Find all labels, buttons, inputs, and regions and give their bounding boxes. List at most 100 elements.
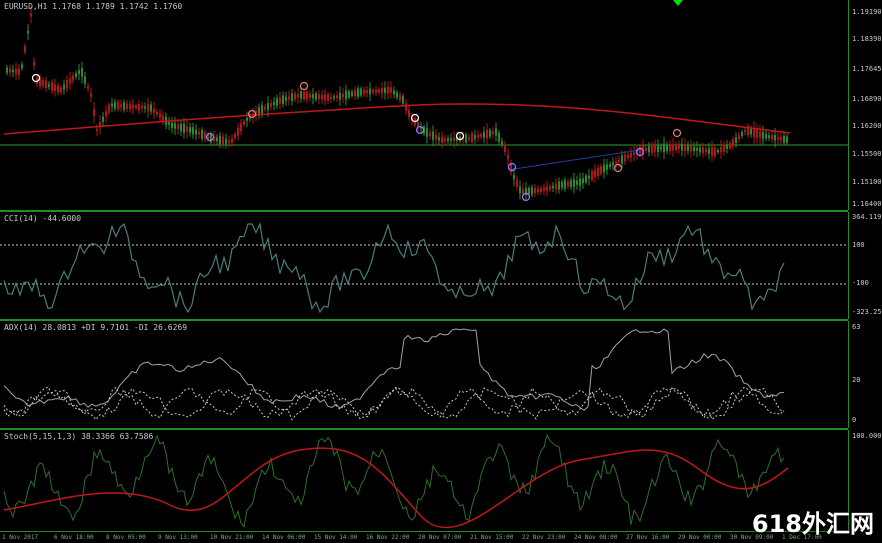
candle-body [669,143,671,152]
candle-body [567,181,569,187]
candle-body [750,129,752,135]
price-tick: 1.19190 [852,8,882,16]
candle-body [738,135,740,139]
candle-body [480,134,482,137]
candle-body [261,105,263,114]
candle-body [105,111,107,117]
price-chart [0,6,848,202]
candle-body [468,137,470,140]
candle-body [564,180,566,189]
candle-body [63,84,65,90]
candle-body [180,123,182,132]
time-axis[interactable]: 1 Nov 2017 6 Nov 18:00 8 Nov 05:00 9 Nov 13… [0,533,882,543]
candle-body [600,166,602,174]
candle-body [360,88,362,96]
candle-body [132,104,134,109]
candle-body [216,137,218,142]
candle-body [159,113,161,118]
trend-line [507,149,641,171]
stochastic-title: Stoch(5,15,1,3) 38.3366 63.7586 [4,432,154,441]
candle-body [381,88,383,94]
candle-body [111,103,113,107]
candle-body [627,155,629,158]
candle-body [432,131,434,140]
candle-body [357,88,359,97]
candle-body [372,89,374,93]
candle-body [696,148,698,151]
candle-body [162,115,164,121]
candle-body [630,152,632,158]
candle-body [678,145,680,149]
candle-body [84,76,86,84]
adx-scale[interactable]: 63 20 0 [848,321,882,428]
candle-body [657,144,659,152]
candle-body [12,69,14,73]
candle-body [219,135,221,144]
candle-body [171,122,173,128]
candle-body [30,13,32,17]
candle-body [624,154,626,162]
candle-body [576,180,578,185]
candle-body [33,62,35,66]
candle-body [648,146,650,153]
candle-body [756,129,758,138]
candle-body [603,164,605,173]
candle-body [723,144,725,152]
candle-body [447,138,449,141]
adx-chart [3,328,785,421]
candle-body [66,79,68,89]
candle-body [660,146,662,150]
time-axis-label: 14 Nov 06:00 [262,534,306,541]
candle-body [444,138,446,142]
candle-body [435,134,437,140]
candle-body [426,128,428,137]
price-chart-panel[interactable]: EURUSD,H1 1.1768 1.1789 1.1742 1.1760 [0,0,848,212]
candle-body [504,144,506,152]
candle-body [672,144,674,151]
candle-body [267,102,269,111]
adx-panel[interactable]: ADX(14) 28.0813 +DI 9.7101 -DI 26.6269 [0,321,848,430]
candle-body [354,89,356,97]
candle-body [15,68,17,74]
candle-body [312,93,314,99]
candle-body [393,90,395,95]
candle-body [465,134,467,143]
candle-body [21,64,23,69]
cci-scale[interactable]: 364.1190 100 -100 -323.2574 [848,212,882,319]
candle-body [519,186,521,194]
candle-body [399,94,401,101]
candle-body [588,175,590,179]
cci-panel[interactable]: CCI(14) -44.6000 [0,212,848,321]
cci-tick: 364.1190 [852,213,882,221]
candle-body [786,136,788,143]
candle-body [429,132,431,136]
candle-body [774,135,776,141]
candle-body [765,133,767,139]
candle-body [594,169,596,178]
candle-body [555,183,557,190]
time-axis-label: 1 Nov 2017 [2,534,39,541]
candle-body [483,131,485,138]
candle-body [714,147,716,157]
candle-body [450,138,452,141]
adx-tick: 20 [852,376,861,384]
candle-body [57,85,59,93]
candle-body [315,93,317,100]
chart-shift-marker-icon[interactable] [673,0,683,6]
candle-body [330,96,332,100]
stochastic-panel[interactable]: Stoch(5,15,1,3) 38.3366 63.7586 [0,430,848,532]
time-axis-label: 6 Nov 18:00 [54,534,94,541]
candle-body [72,75,74,81]
candle-body [711,147,713,156]
candle-body [351,91,353,96]
candle-body [408,109,410,118]
candle-body [537,188,539,192]
price-scale[interactable]: 1.19190 1.18390 1.17645 1.16890 1.16200 … [848,0,882,210]
candle-body [780,136,782,141]
time-axis-label: 15 Nov 14:00 [314,534,358,541]
candle-body [543,187,545,191]
cci-title: CCI(14) -44.6000 [4,214,82,223]
candle-body [291,93,293,101]
candle-body [783,135,785,143]
candle-body [204,132,206,139]
